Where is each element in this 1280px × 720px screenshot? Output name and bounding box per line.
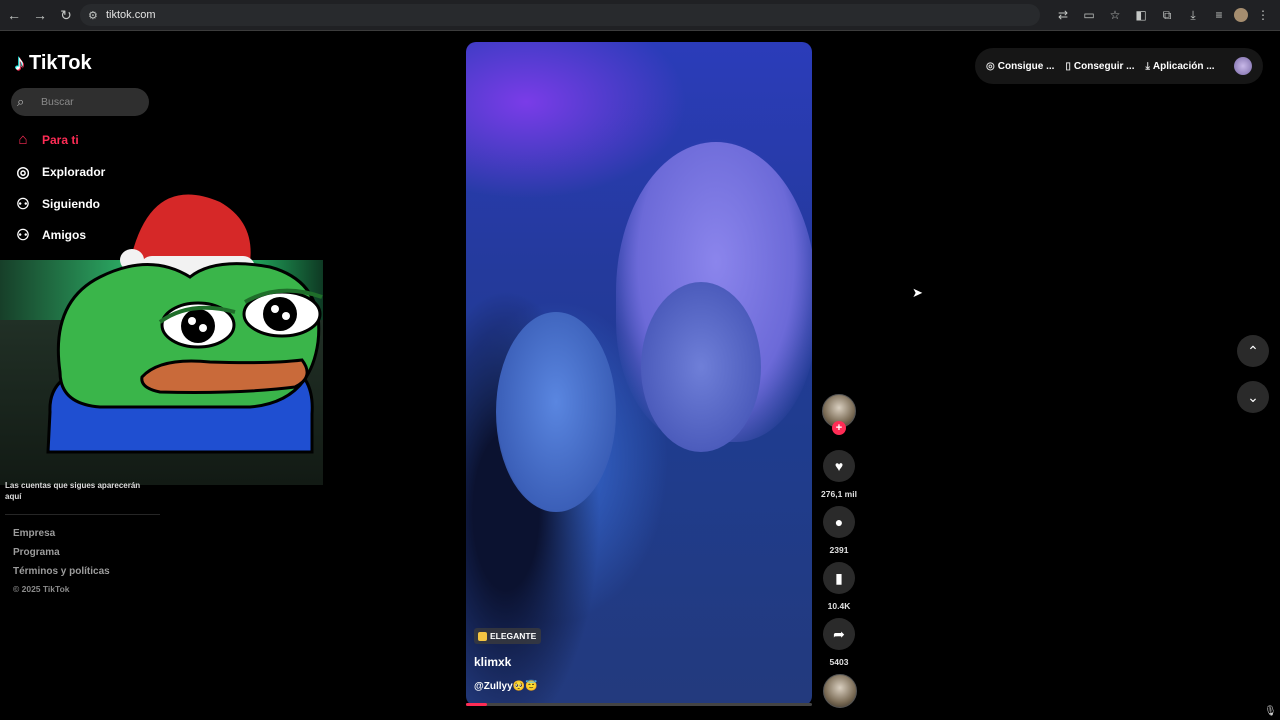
forward-icon[interactable]: → [28, 3, 52, 27]
get-app-button[interactable]: ▯ Conseguir ... [1065, 61, 1134, 72]
share-button[interactable]: ➦ [823, 618, 855, 650]
chevron-down-icon: ⌄ [1247, 388, 1259, 405]
mouse-cursor-icon: ➤ [912, 285, 923, 300]
menu-icon[interactable]: ⋮ [1252, 4, 1274, 26]
reading-list-icon[interactable]: ≡ [1208, 4, 1230, 26]
search-input[interactable]: ⌕ Buscar [11, 88, 149, 116]
previous-video-button[interactable]: ⌃ [1237, 335, 1269, 367]
bookmark-star-icon[interactable]: ☆ [1104, 4, 1126, 26]
bookmark-icon: ▮ [835, 569, 843, 586]
pepe-santa-sticker [46, 194, 323, 454]
divider [5, 514, 160, 515]
download-icon[interactable]: ⤓ [1182, 4, 1204, 26]
profile-avatar[interactable] [1234, 8, 1248, 22]
tiktok-logo[interactable]: ♪ TikTok [14, 50, 92, 76]
reload-icon[interactable]: ↻ [54, 3, 78, 27]
comment-count: 2391 [829, 545, 849, 555]
like-button[interactable]: ♥ [823, 450, 855, 482]
phone-icon: ▯ [1065, 60, 1071, 72]
toolbar-icons: ⇄ ▭ ☆ ◧ ⧉ ⤓ ≡ ⋮ [1052, 4, 1274, 26]
video-progress-fill [466, 703, 487, 706]
video-progress-bar[interactable] [466, 703, 812, 706]
top-actions: ◎ Consigue ... ▯ Conseguir ... ⤓ Aplicac… [975, 48, 1263, 84]
download-icon: ⤓ [1145, 60, 1150, 72]
sound-avatar[interactable] [823, 674, 857, 708]
next-video-button[interactable]: ⌄ [1237, 381, 1269, 413]
following-empty-note: Las cuentas que sigues aparecerán aquí [5, 481, 141, 501]
search-placeholder: Buscar [41, 96, 74, 108]
comment-icon: ● [834, 514, 844, 530]
download-app-button[interactable]: ⤓ Aplicación ... [1145, 61, 1214, 72]
logo-text: TikTok [29, 51, 92, 74]
sidebar-item-for-you[interactable]: ⌂ Para ti [14, 131, 79, 148]
share-icon: ➦ [833, 625, 845, 642]
effect-tag[interactable]: ELEGANTE [474, 628, 542, 644]
url-text[interactable]: tiktok.com [106, 9, 156, 21]
save-button[interactable]: ▮ [823, 562, 855, 594]
video-player[interactable]: ELEGANTE klimxk @Zullyy🥺😇 [466, 42, 812, 706]
back-icon[interactable]: ← [2, 3, 26, 27]
sidebar-item-label: Para ti [42, 132, 79, 147]
site-info-icon[interactable]: ⚙ [88, 9, 102, 22]
tiktok-note-icon: ♪ [14, 50, 25, 75]
footer-link-terms[interactable]: Términos y políticas [13, 566, 110, 577]
copyright: © 2025 TikTok [13, 584, 70, 594]
video-author[interactable]: klimxk [474, 655, 511, 669]
browser-toolbar: ← → ↻ ⚙ tiktok.com ⇄ ▭ ☆ ◧ ⧉ ⤓ ≡ ⋮ [0, 0, 1280, 31]
save-count: 10.4K [827, 601, 851, 611]
effect-badge-icon [478, 631, 487, 641]
extension-icon[interactable]: ◧ [1130, 4, 1152, 26]
effect-tag-label: ELEGANTE [490, 631, 537, 641]
action-rail: + ♥ 276,1 mil ● 2391 ▮ 10.4K ➦ 5403 [821, 394, 857, 708]
home-icon: ⌂ [18, 131, 28, 148]
video-frame-figure [496, 312, 616, 512]
coin-icon: ◎ [986, 60, 995, 72]
comment-button[interactable]: ● [823, 506, 855, 538]
download-app-label: Aplicación ... [1152, 60, 1215, 72]
compass-icon: ◎ [16, 164, 30, 181]
friends-icon: ⚇ [16, 227, 30, 244]
footer-link-program[interactable]: Programa [13, 547, 60, 558]
translate-icon[interactable]: ⇄ [1052, 4, 1074, 26]
follow-plus-icon[interactable]: + [832, 421, 846, 435]
footer-link-company[interactable]: Empresa [13, 528, 55, 539]
heart-icon: ♥ [834, 458, 844, 474]
share-count: 5403 [829, 657, 849, 667]
get-coins-button[interactable]: ◎ Consigue ... [986, 61, 1054, 72]
search-icon: ⌕ [17, 94, 25, 109]
like-count: 276,1 mil [821, 489, 857, 499]
user-avatar[interactable] [1234, 57, 1252, 75]
user-plus-icon: ⚇ [16, 196, 30, 213]
microphone-icon: 🎙 [1264, 706, 1277, 717]
video-frame-figure [641, 282, 761, 452]
video-description[interactable]: @Zullyy🥺😇 [474, 681, 538, 692]
cast-icon[interactable]: ▭ [1078, 4, 1100, 26]
sidebar-item-explore[interactable]: ◎ Explorador [14, 163, 105, 181]
sidebar-item-label: Explorador [42, 165, 106, 179]
puzzle-icon[interactable]: ⧉ [1156, 4, 1178, 26]
address-bar[interactable]: ⚙ tiktok.com [80, 4, 1040, 26]
get-coins-label: Consigue ... [997, 60, 1055, 72]
get-app-label: Conseguir ... [1073, 60, 1135, 72]
chevron-up-icon: ⌃ [1247, 342, 1259, 359]
